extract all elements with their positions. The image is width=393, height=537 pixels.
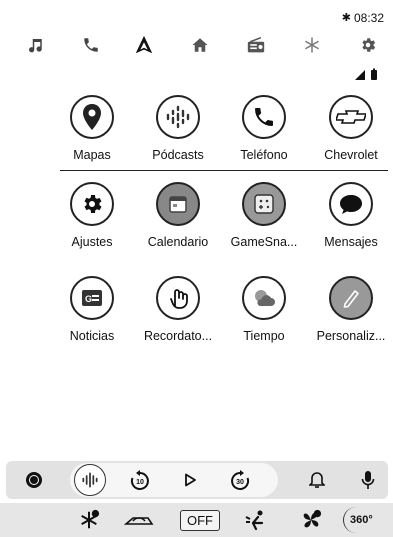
recirculation-icon[interactable] bbox=[121, 507, 157, 533]
app-tiempo[interactable]: Tiempo bbox=[218, 276, 310, 343]
chevrolet-icon bbox=[329, 95, 373, 139]
climate-icon[interactable] bbox=[299, 32, 325, 58]
app-label: Personaliz... bbox=[316, 329, 386, 343]
play-icon[interactable] bbox=[176, 466, 204, 494]
app-label: Mensajes bbox=[324, 235, 378, 249]
notification-bell-icon[interactable] bbox=[303, 466, 331, 494]
podcasts-icon[interactable] bbox=[74, 464, 106, 496]
app-label: Pódcasts bbox=[152, 148, 204, 162]
app-label: Chevrolet bbox=[324, 148, 378, 162]
phone-icon bbox=[242, 95, 286, 139]
signal-battery-indicator bbox=[353, 68, 381, 82]
app-label: Calendario bbox=[147, 235, 209, 249]
camera-360-label: 360° bbox=[350, 514, 373, 526]
app-label: Teléfono bbox=[240, 148, 288, 162]
top-navigation bbox=[0, 30, 393, 64]
record-icon[interactable] bbox=[20, 466, 48, 494]
podcasts-icon bbox=[156, 95, 200, 139]
divider bbox=[60, 170, 388, 171]
forward-30-icon[interactable]: 30 bbox=[226, 466, 254, 494]
status-bar: ✱ 08:32 bbox=[0, 0, 393, 28]
app-chevrolet[interactable]: Chevrolet bbox=[305, 95, 393, 162]
reminder-icon bbox=[156, 276, 200, 320]
rewind-10-icon[interactable]: 10 bbox=[126, 466, 154, 494]
radio-icon[interactable] bbox=[243, 32, 269, 58]
off-label: OFF bbox=[180, 509, 220, 531]
forward-label: 30 bbox=[236, 479, 244, 486]
climate-off-button[interactable]: OFF bbox=[180, 507, 220, 533]
customize-icon bbox=[329, 276, 373, 320]
climate-bar: OFF 360° bbox=[0, 503, 393, 537]
app-label: GameSna... bbox=[230, 235, 298, 249]
news-icon: G bbox=[70, 276, 114, 320]
app-label: Noticias bbox=[69, 329, 115, 343]
app-recordatorios[interactable]: Recordato... bbox=[132, 276, 224, 343]
media-bar: 10 30 bbox=[6, 461, 388, 499]
maps-icon bbox=[70, 95, 114, 139]
settings-icon[interactable] bbox=[355, 32, 381, 58]
app-telefono[interactable]: Teléfono bbox=[218, 95, 310, 162]
airflow-mode-icon[interactable] bbox=[243, 507, 271, 533]
app-label: Ajustes bbox=[71, 235, 113, 249]
weather-icon bbox=[242, 276, 286, 320]
messages-icon bbox=[329, 182, 373, 226]
settings-icon bbox=[70, 182, 114, 226]
gamesnacks-icon bbox=[242, 182, 286, 226]
fan-speed-icon[interactable] bbox=[298, 507, 324, 533]
microphone-icon[interactable] bbox=[354, 466, 382, 494]
rewind-label: 10 bbox=[136, 479, 144, 486]
app-mensajes[interactable]: Mensajes bbox=[305, 182, 393, 249]
calendar-icon bbox=[156, 182, 200, 226]
app-calendario[interactable]: Calendario bbox=[132, 182, 224, 249]
app-mapas[interactable]: Mapas bbox=[46, 95, 138, 162]
home-icon[interactable] bbox=[187, 32, 213, 58]
app-label: Mapas bbox=[73, 148, 111, 162]
svg-text:G: G bbox=[85, 294, 92, 304]
clock: 08:32 bbox=[353, 11, 384, 25]
app-podcasts[interactable]: Pódcasts bbox=[132, 95, 224, 162]
app-noticias[interactable]: G Noticias bbox=[46, 276, 138, 343]
app-label: Tiempo bbox=[243, 329, 285, 343]
music-icon[interactable] bbox=[22, 32, 48, 58]
android-auto-icon[interactable] bbox=[131, 32, 157, 58]
bluetooth-icon: ✱ bbox=[341, 12, 351, 24]
camera-360-button[interactable]: 360° bbox=[343, 507, 393, 533]
phone-icon[interactable] bbox=[78, 32, 104, 58]
app-personalizar[interactable]: Personaliz... bbox=[305, 276, 393, 343]
app-label: Recordato... bbox=[143, 329, 213, 343]
app-gamesnacks[interactable]: GameSna... bbox=[218, 182, 310, 249]
app-ajustes[interactable]: Ajustes bbox=[46, 182, 138, 249]
defrost-fan-icon[interactable] bbox=[76, 507, 102, 533]
